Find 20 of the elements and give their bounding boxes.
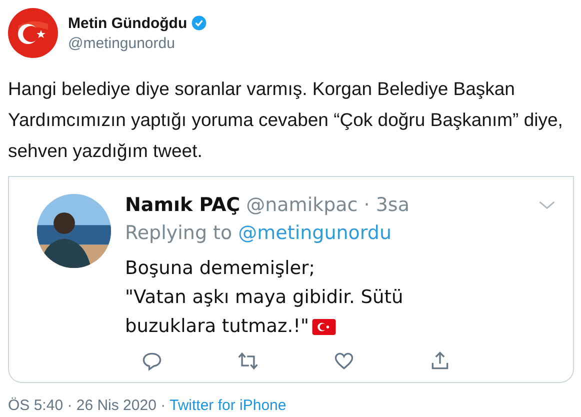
retweet-icon[interactable]: [237, 350, 259, 372]
author-name[interactable]: Metin Gündoğdu: [68, 14, 188, 32]
quoted-text-line: Boşuna dememişler;: [125, 257, 316, 281]
chevron-icon: [538, 200, 556, 210]
quoted-text-line: buzuklara tutmaz.!": [125, 315, 310, 339]
tweet-timestamp: ÖS 5:40 · 26 Nis 2020 ·: [8, 397, 166, 414]
share-icon[interactable]: [429, 350, 451, 372]
author-handle[interactable]: @metingunordu: [68, 34, 208, 52]
quoted-time: · 3sa: [364, 194, 410, 216]
tweet-text: Hangi belediye diye soranlar varmış. Korgan Belediye Başkan Yardımcımızın yaptığı yoruma cevaben “Çok doğru Başkanım” diye, sehven yazdığım tweet.: [8, 77, 564, 163]
reply-icon[interactable]: [141, 350, 163, 372]
replying-label: Replying to: [125, 222, 232, 244]
quoted-author-handle: @namikpac: [246, 194, 358, 216]
flag-emoji-icon: [312, 318, 336, 334]
quoted-author-name: Namık PAÇ: [125, 194, 240, 216]
quoted-card[interactable]: Namık PAÇ @namikpac · 3sa Replying to @metingunordu Boşuna dememişler; "Vatan aşkı maya gibidir. Sütü buzuklara tutmaz.!": [8, 176, 574, 383]
replying-link: @metingunordu: [238, 222, 392, 244]
quoted-text-line: "Vatan aşkı maya gibidir. Sütü: [125, 286, 404, 310]
flag-avatar[interactable]: [8, 8, 58, 58]
heart-icon[interactable]: [333, 350, 355, 372]
